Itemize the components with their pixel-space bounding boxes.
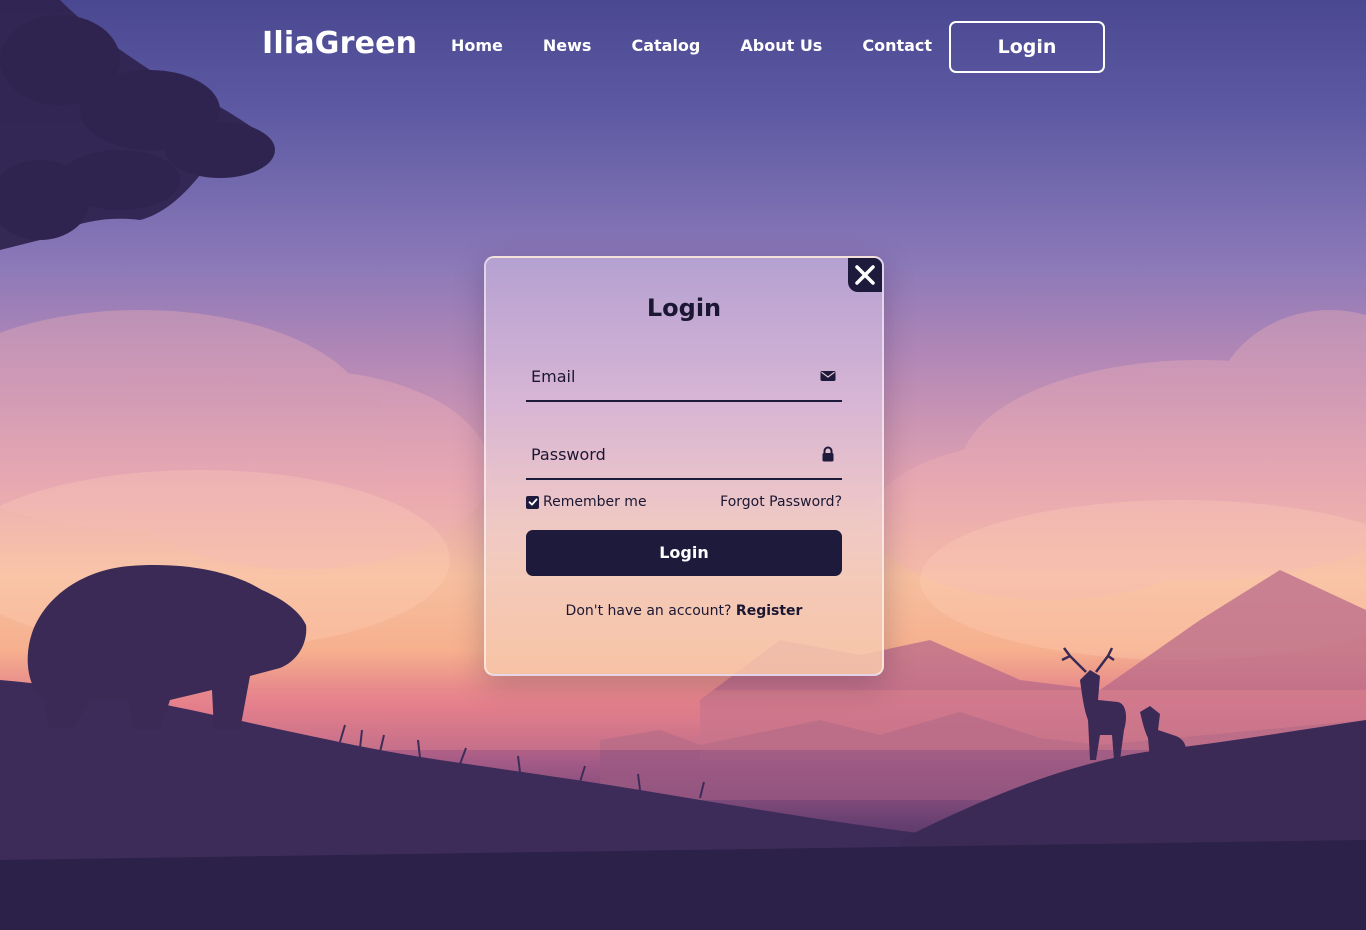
nav-catalog[interactable]: Catalog <box>631 36 700 55</box>
forgot-password-link[interactable]: Forgot Password? <box>720 494 842 510</box>
close-button[interactable] <box>848 258 882 292</box>
modal-title: Login <box>646 294 722 322</box>
check-icon <box>528 498 537 506</box>
password-field-wrapper <box>526 432 842 480</box>
login-modal: Login Remember me <box>484 256 884 676</box>
main-nav: Home News Catalog About Us Contact <box>451 36 932 55</box>
header-login-button[interactable]: Login <box>949 21 1105 73</box>
site-logo[interactable]: IliaGreen <box>262 26 417 61</box>
remember-row: Remember me Forgot Password? <box>526 494 842 514</box>
register-prompt: Don't have an account? <box>565 603 736 619</box>
register-link[interactable]: Register <box>736 603 803 619</box>
remember-me-checkbox[interactable]: Remember me <box>526 494 647 510</box>
nav-contact[interactable]: Contact <box>862 36 932 55</box>
nav-home[interactable]: Home <box>451 36 503 55</box>
login-submit-button[interactable]: Login <box>526 530 842 576</box>
password-input[interactable] <box>526 432 811 476</box>
nav-about-us[interactable]: About Us <box>740 36 822 55</box>
close-icon <box>855 265 875 285</box>
envelope-icon <box>820 371 836 381</box>
nav-news[interactable]: News <box>543 36 592 55</box>
site-header: IliaGreen Home News Catalog About Us Con… <box>0 0 1366 94</box>
background-scene: IliaGreen Home News Catalog About Us Con… <box>0 0 1366 930</box>
checkbox-checked[interactable] <box>526 495 539 509</box>
email-input[interactable] <box>526 354 811 398</box>
email-field-wrapper <box>526 354 842 402</box>
register-row: Don't have an account? Register <box>486 603 882 619</box>
lock-icon <box>822 446 834 462</box>
remember-me-label: Remember me <box>543 494 647 510</box>
